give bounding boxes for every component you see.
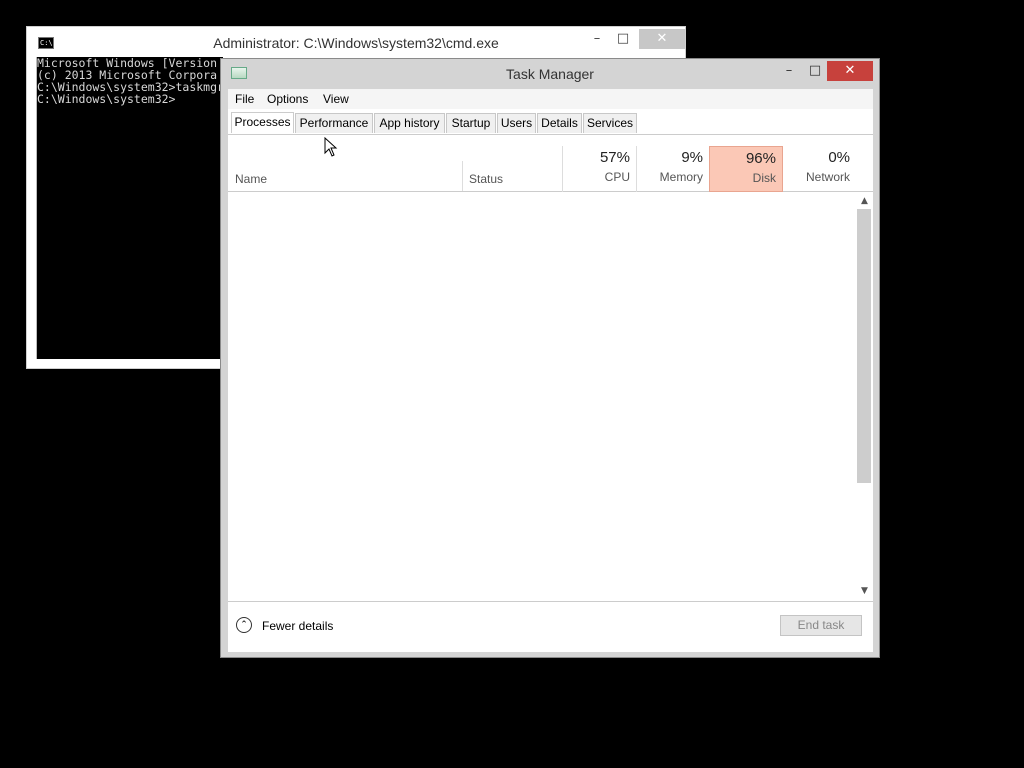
tm-maximize-button[interactable]: □: [803, 61, 827, 81]
cmd-titlebar[interactable]: C:\ Administrator: C:\Windows\system32\c…: [27, 27, 685, 57]
tm-client-area: File Options View Processes Performance …: [228, 89, 873, 652]
tab-processes[interactable]: Processes: [231, 112, 294, 133]
memory-label: Memory: [659, 170, 703, 184]
disk-label: Disk: [752, 171, 776, 185]
column-cpu[interactable]: 57% CPU: [562, 146, 636, 192]
mouse-cursor-icon: [324, 137, 338, 157]
column-disk[interactable]: 96% Disk: [709, 146, 783, 192]
vertical-scrollbar[interactable]: ▲ ▼: [856, 192, 873, 600]
tab-app-history[interactable]: App history: [374, 113, 445, 133]
tab-startup[interactable]: Startup: [446, 113, 496, 133]
tab-users[interactable]: Users: [497, 113, 536, 133]
tm-close-button[interactable]: ✕: [827, 61, 873, 81]
scroll-thumb[interactable]: [857, 209, 871, 483]
menu-options[interactable]: Options: [267, 92, 308, 106]
cmd-maximize-button[interactable]: □: [611, 29, 635, 49]
footer: ⌃ Fewer details End task: [228, 601, 873, 652]
tm-titlebar[interactable]: Task Manager – □ ✕: [221, 59, 879, 89]
tab-performance[interactable]: Performance: [295, 113, 373, 133]
column-network[interactable]: 0% Network: [784, 146, 856, 192]
menu-view[interactable]: View: [323, 92, 349, 106]
network-label: Network: [805, 170, 850, 184]
column-name[interactable]: Name: [235, 172, 267, 186]
cmd-close-button[interactable]: ✕: [639, 29, 685, 49]
tab-bar: Processes Performance App history Startu…: [228, 109, 873, 135]
scroll-up-icon[interactable]: ▲: [856, 194, 873, 208]
network-percent: 0%: [828, 149, 850, 166]
tab-details[interactable]: Details: [537, 113, 582, 133]
process-list[interactable]: [228, 192, 856, 600]
disk-percent: 96%: [745, 150, 776, 167]
menu-bar: File Options View: [228, 89, 873, 109]
cmd-console[interactable]: Microsoft Windows [Version (c) 2013 Micr…: [36, 57, 223, 359]
scroll-down-icon[interactable]: ▼: [856, 584, 873, 598]
column-status[interactable]: Status: [462, 161, 503, 191]
menu-file[interactable]: File: [235, 92, 254, 106]
column-status-label: Status: [469, 172, 504, 186]
fewer-details-link[interactable]: Fewer details: [262, 619, 333, 633]
task-manager-window[interactable]: Task Manager – □ ✕ File Options View Pro…: [220, 58, 880, 658]
cpu-label: CPU: [604, 170, 630, 184]
chevron-up-icon[interactable]: ⌃: [236, 617, 252, 633]
tab-services[interactable]: Services: [583, 113, 637, 133]
memory-percent: 9%: [681, 149, 703, 166]
column-memory[interactable]: 9% Memory: [636, 146, 709, 192]
end-task-button[interactable]: End task: [780, 615, 862, 636]
cpu-percent: 57%: [599, 149, 630, 166]
cmd-minimize-button[interactable]: –: [585, 29, 609, 49]
tm-minimize-button[interactable]: –: [777, 61, 801, 81]
console-line: C:\Windows\system32>: [37, 92, 176, 106]
